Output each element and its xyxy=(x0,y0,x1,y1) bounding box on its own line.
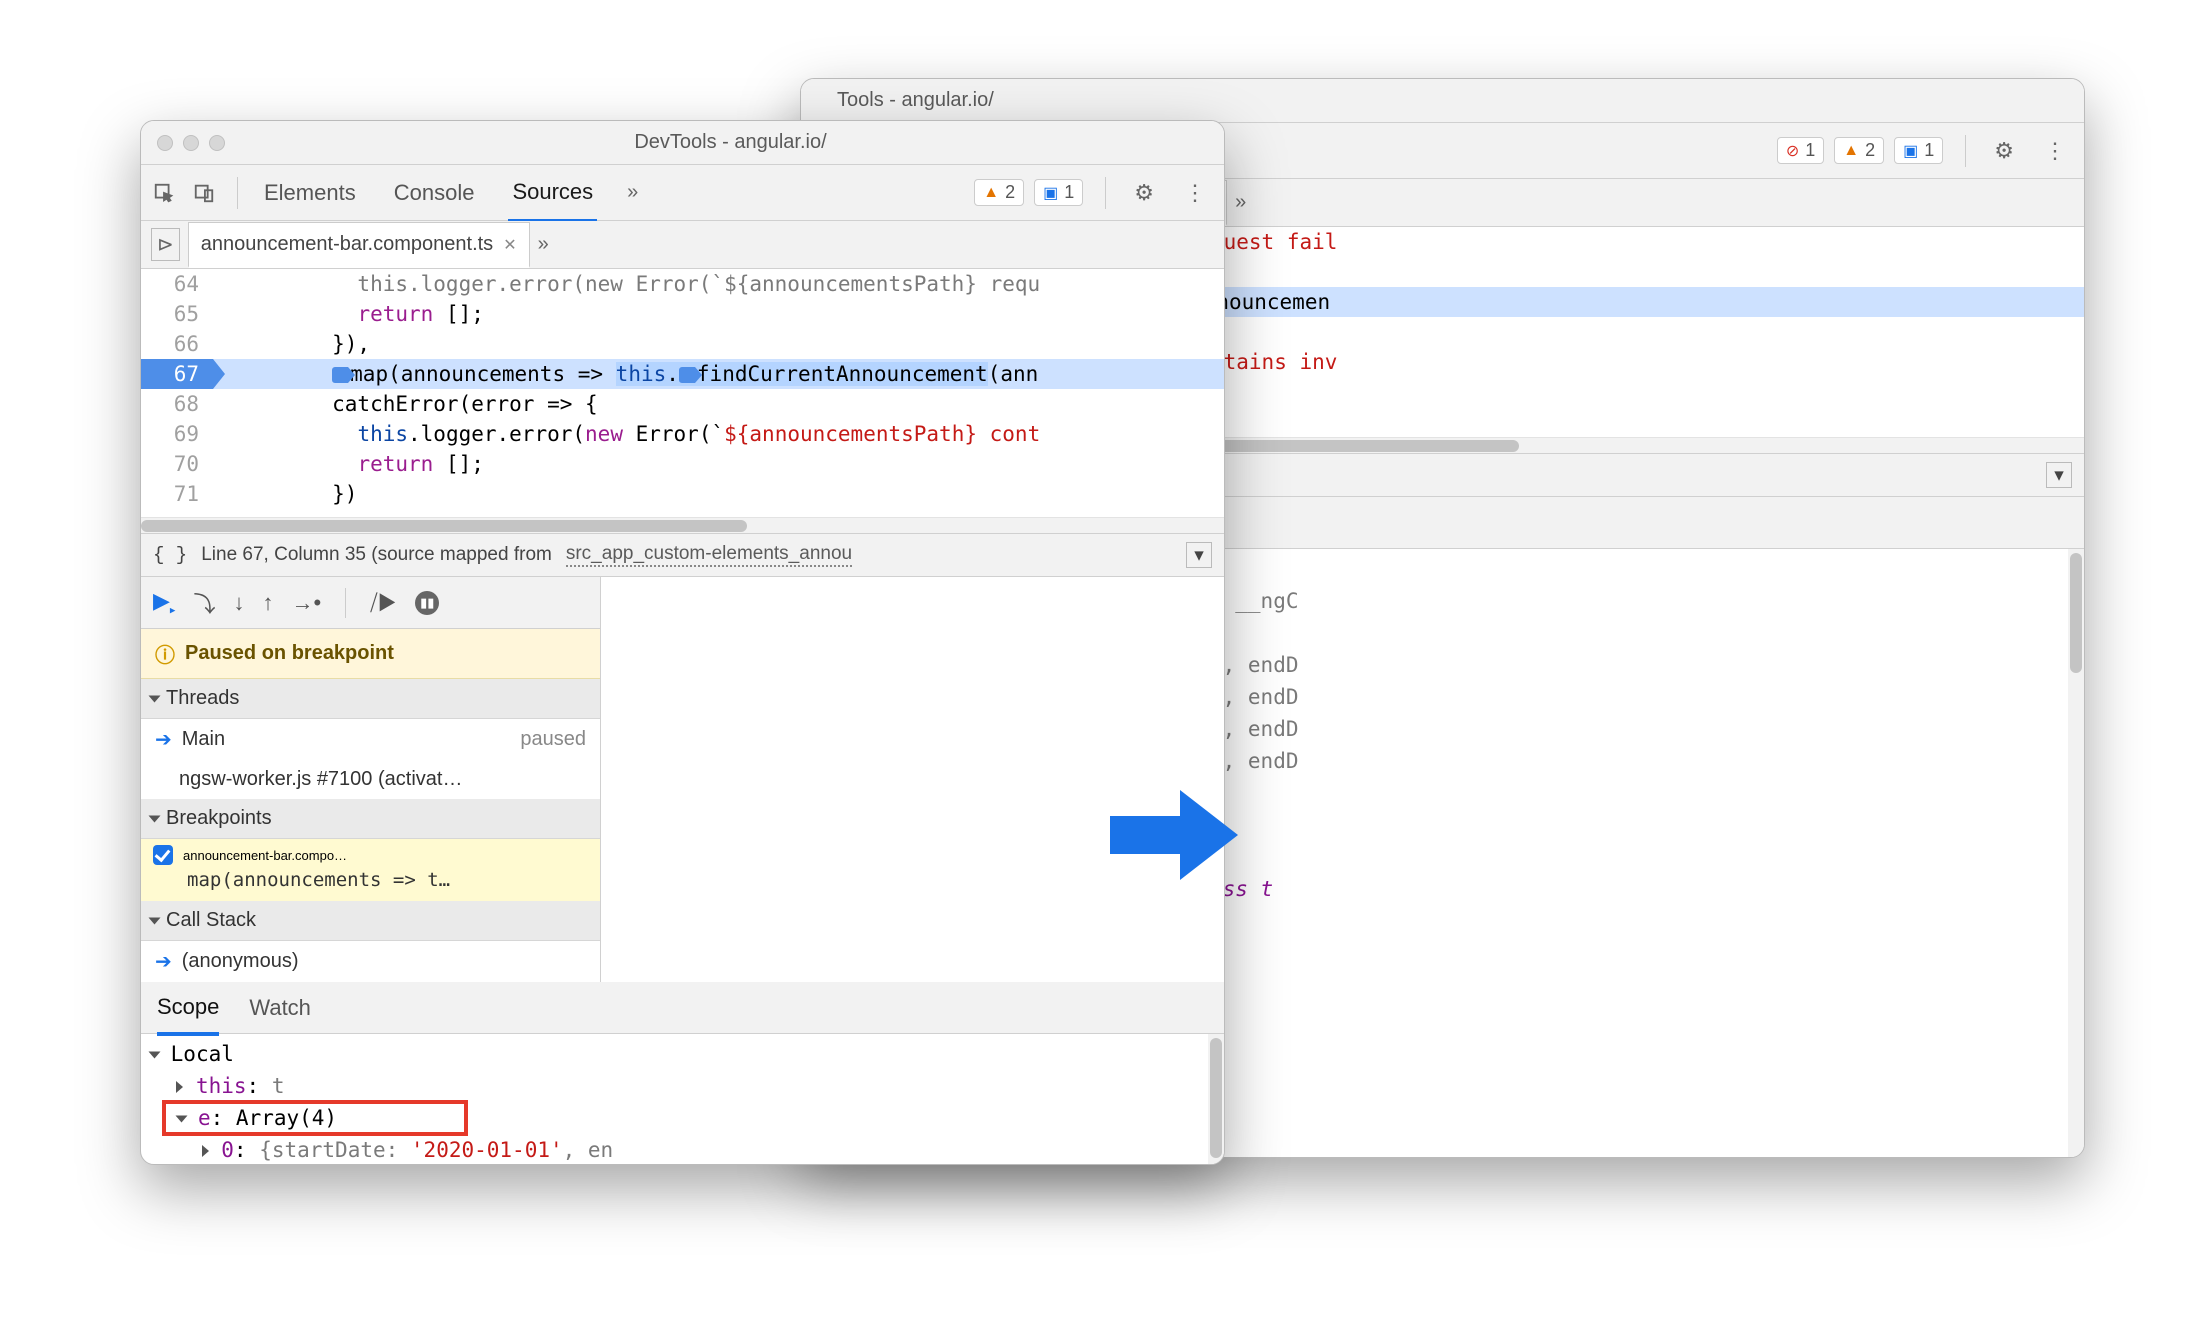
pretty-print-icon[interactable]: { } xyxy=(153,544,187,566)
tab-watch[interactable]: Watch xyxy=(249,983,311,1033)
chevron-right-icon[interactable] xyxy=(202,1145,209,1157)
divider xyxy=(1965,135,1966,167)
file-tab-announcement[interactable]: announcement-bar.component.ts ✕ xyxy=(188,222,530,268)
debugger-sidebar: ▶▸ ⤵ ↓ ↑ →• ⧸▶ ▮▮ ⓘ Paused on breakpoint… xyxy=(141,577,601,982)
inline-breakpoint-icon[interactable] xyxy=(332,367,348,383)
overflow-icon[interactable]: » xyxy=(1235,191,1246,214)
tab-console[interactable]: Console xyxy=(390,166,479,220)
chevron-right-icon[interactable] xyxy=(176,1081,183,1093)
divider xyxy=(237,177,238,209)
devtools-window-left: DevTools - angular.io/ Elements Console … xyxy=(140,120,1225,1165)
chevron-down-icon[interactable] xyxy=(149,815,161,822)
status-dropdown-icon[interactable]: ▾ xyxy=(1186,542,1212,568)
navigator-toggle-icon[interactable]: ⊳ xyxy=(151,228,180,261)
breakpoint-item[interactable]: announcement-bar.compo… map(announcement… xyxy=(141,839,600,901)
window-title: DevTools - angular.io/ xyxy=(253,131,1208,154)
warning-icon: ▲ xyxy=(983,184,999,202)
deactivate-breakpoints-icon[interactable]: ⧸▶ xyxy=(370,590,397,616)
cursor-position: Line 67, Column 35 (source mapped from xyxy=(201,544,552,566)
maximize-window-icon[interactable] xyxy=(209,135,225,151)
tab-scope[interactable]: Scope xyxy=(157,982,219,1036)
thread-service-worker[interactable]: ngsw-worker.js #7100 (activat… xyxy=(141,760,600,799)
issue-badges: ▲2 ▣1 xyxy=(974,179,1083,206)
thread-main[interactable]: ➔Mainpaused xyxy=(141,719,600,760)
main-toolbar: Elements Console Sources » ▲2 ▣1 ⚙ ⋮ xyxy=(141,165,1224,221)
sourcemap-link[interactable]: src_app_custom-elements_annou xyxy=(566,543,852,567)
errors-badge[interactable]: ⊘1 xyxy=(1777,137,1824,164)
tab-elements[interactable]: Elements xyxy=(260,166,360,220)
chevron-down-icon[interactable] xyxy=(176,1116,188,1123)
step-over-icon[interactable]: ⤵ xyxy=(193,587,215,619)
callstack-section[interactable]: Call Stack xyxy=(141,901,600,941)
gear-icon[interactable]: ⚙ xyxy=(1128,176,1160,210)
scope-watch-tabs: Scope Watch xyxy=(141,982,1224,1034)
close-window-icon[interactable] xyxy=(157,135,173,151)
status-bar: { } Line 67, Column 35 (source mapped fr… xyxy=(141,533,1224,577)
warnings-badge[interactable]: ▲2 xyxy=(1834,137,1884,164)
chevron-down-icon[interactable] xyxy=(149,695,161,702)
comparison-arrow-icon xyxy=(1110,790,1240,880)
current-thread-icon: ➔ xyxy=(155,727,172,752)
chevron-down-icon[interactable] xyxy=(149,1052,161,1059)
inspect-icon[interactable] xyxy=(153,182,175,204)
paused-banner: ⓘ Paused on breakpoint xyxy=(141,629,600,679)
warnings-badge[interactable]: ▲2 xyxy=(974,179,1024,206)
warning-icon: ▲ xyxy=(1843,142,1859,160)
threads-section[interactable]: Threads xyxy=(141,679,600,719)
checkbox-checked-icon[interactable] xyxy=(153,845,173,865)
kebab-icon[interactable]: ⋮ xyxy=(1178,176,1212,210)
step-out-icon[interactable]: ↑ xyxy=(262,590,273,616)
current-frame-icon: ➔ xyxy=(155,949,172,974)
variable-highlight: e: Array(4) xyxy=(164,1102,466,1134)
overflow-icon[interactable]: » xyxy=(538,233,549,256)
info-icon: ⓘ xyxy=(155,639,175,668)
titlebar: DevTools - angular.io/ xyxy=(141,121,1224,165)
divider xyxy=(345,588,346,618)
step-into-icon[interactable]: ↓ xyxy=(233,590,244,616)
message-icon: ▣ xyxy=(1903,141,1918,161)
vertical-scrollbar[interactable] xyxy=(2068,549,2084,1157)
messages-badge[interactable]: ▣1 xyxy=(1034,179,1083,206)
resume-icon[interactable]: ▶▸ xyxy=(153,588,175,616)
breakpoints-section[interactable]: Breakpoints xyxy=(141,799,600,839)
issue-badges: ⊘1 ▲2 ▣1 xyxy=(1777,137,1943,164)
debugger-toolbar: ▶▸ ⤵ ↓ ↑ →• ⧸▶ ▮▮ xyxy=(141,577,600,629)
close-icon[interactable]: ✕ xyxy=(503,235,516,255)
overflow-icon[interactable]: » xyxy=(627,181,638,204)
pause-exceptions-icon[interactable]: ▮▮ xyxy=(415,591,439,615)
titlebar: Tools - angular.io/ xyxy=(801,79,2084,123)
minimize-window-icon[interactable] xyxy=(183,135,199,151)
code-editor[interactable]: 64 this.logger.error(new Error(`${announ… xyxy=(141,269,1224,517)
file-tabs: ⊳ announcement-bar.component.ts ✕ » xyxy=(141,221,1224,269)
scope-panel: Scope Watch Local this: t e: Array(4) 0:… xyxy=(141,982,1224,1165)
error-icon: ⊘ xyxy=(1786,141,1799,161)
messages-badge[interactable]: ▣1 xyxy=(1894,137,1943,164)
stack-frame[interactable]: ➔(anonymous) xyxy=(141,941,600,982)
tab-sources[interactable]: Sources xyxy=(508,165,597,223)
step-icon[interactable]: →• xyxy=(291,590,321,616)
message-icon: ▣ xyxy=(1043,183,1058,203)
window-title: Tools - angular.io/ xyxy=(817,89,2068,112)
divider xyxy=(1105,177,1106,209)
inline-breakpoint-icon[interactable] xyxy=(679,367,695,383)
horizontal-scrollbar[interactable] xyxy=(141,517,1224,533)
breakpoint-gutter[interactable]: 67 xyxy=(141,359,213,389)
device-toggle-icon[interactable] xyxy=(193,182,215,204)
status-dropdown-icon[interactable]: ▾ xyxy=(2046,462,2072,488)
vertical-scrollbar[interactable] xyxy=(1208,1034,1224,1165)
gear-icon[interactable]: ⚙ xyxy=(1988,134,2020,168)
chevron-down-icon[interactable] xyxy=(149,917,161,924)
scope-tree[interactable]: Local this: t e: Array(4) 0: {startDate:… xyxy=(141,1034,1224,1165)
traffic-lights xyxy=(157,135,225,151)
kebab-icon[interactable]: ⋮ xyxy=(2038,134,2072,168)
